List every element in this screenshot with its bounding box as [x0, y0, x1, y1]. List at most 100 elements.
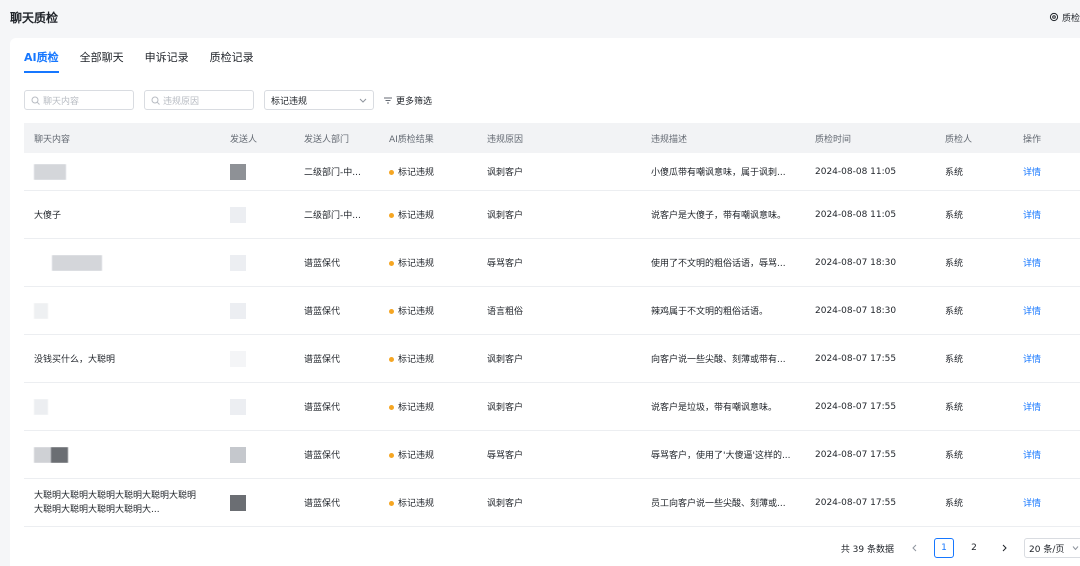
reason-cell: 讽刺客户 — [487, 403, 524, 413]
chevron-left-icon — [911, 544, 916, 552]
pagination: 共 39 条数据 1 2 20 条/页 — [841, 538, 1080, 558]
ai-result-cell: 标记违规 — [379, 400, 477, 413]
time-cell: 2024-08-07 17:55 — [815, 401, 897, 412]
tab-appeal-records[interactable]: 申诉记录 — [145, 46, 189, 73]
table-row: 大聪明大聪明大聪明大聪明大聪明大聪明大聪明大聪明大聪明大聪明大... 谱蓝保代 … — [24, 479, 1080, 527]
page-button-1[interactable]: 1 — [934, 538, 954, 558]
ai-result-cell: 标记违规 — [379, 352, 477, 365]
settings-button[interactable]: 质检 — [1049, 11, 1080, 24]
inspector-cell: 系统 — [945, 451, 964, 461]
dept-cell: 二级部门-中... — [304, 168, 361, 178]
violation-reason-search-input[interactable]: 违规原因 — [144, 90, 254, 110]
ai-result-text: 标记违规 — [398, 211, 435, 221]
dept-cell: 谱蓝保代 — [304, 259, 341, 269]
table-header: 聊天内容 发送人 发送人部门 AI质检结果 违规原因 违规描述 质检时间 质检人… — [24, 123, 1080, 153]
inspector-cell: 系统 — [945, 211, 964, 221]
violation-reason-placeholder: 违规原因 — [163, 96, 200, 107]
reason-cell: 讽刺客户 — [487, 355, 524, 365]
chat-content-cell — [24, 398, 220, 415]
dept-cell: 谱蓝保代 — [304, 499, 341, 509]
reason-cell: 讽刺客户 — [487, 499, 524, 509]
inspector-cell: 系统 — [945, 355, 964, 365]
ai-result-cell: 标记违规 — [379, 208, 477, 221]
dept-cell: 谱蓝保代 — [304, 403, 341, 413]
detail-link[interactable]: 详情 — [1013, 400, 1080, 413]
chevron-down-icon — [1072, 546, 1079, 550]
detail-link-text[interactable]: 详情 — [1023, 259, 1041, 269]
desc-cell: 辣鸡属于不文明的粗俗话语。 — [651, 307, 769, 317]
more-filters-button[interactable]: 更多筛选 — [384, 94, 432, 107]
status-dot — [389, 213, 394, 218]
col-inspect-time: 质检时间 — [815, 134, 852, 145]
chat-content-cell — [24, 446, 220, 463]
tab-inspection-records[interactable]: 质检记录 — [210, 46, 254, 73]
time-cell: 2024-08-07 17:55 — [815, 497, 897, 508]
detail-link[interactable]: 详情 — [1013, 448, 1080, 461]
sender-cell — [220, 398, 294, 415]
detail-link[interactable]: 详情 — [1013, 165, 1080, 178]
detail-link-text[interactable]: 详情 — [1023, 355, 1041, 365]
col-violation-desc: 违规描述 — [651, 134, 688, 145]
time-cell: 2024-08-07 18:30 — [815, 305, 897, 316]
table-row: 谱蓝保代 标记违规 辱骂客户 使用了不文明的粗俗话语，辱骂... 2024-08… — [24, 239, 1080, 287]
detail-link-text[interactable]: 详情 — [1023, 211, 1041, 221]
status-dot — [389, 405, 394, 410]
reason-cell: 语言粗俗 — [487, 307, 524, 317]
avatar — [230, 254, 246, 271]
detail-link-text[interactable]: 详情 — [1023, 307, 1041, 317]
detail-link[interactable]: 详情 — [1013, 352, 1080, 365]
tab-all-chats[interactable]: 全部聊天 — [80, 46, 124, 73]
main-card: AI质检 全部聊天 申诉记录 质检记录 聊天内容 违规原因 标记违规 更多筛选 … — [10, 38, 1080, 566]
tab-ai-inspection[interactable]: AI质检 — [24, 46, 59, 73]
reason-cell: 辱骂客户 — [487, 451, 524, 461]
sender-cell — [220, 163, 294, 180]
chat-content-placeholder: 聊天内容 — [43, 96, 80, 107]
table-row: 二级部门-中... 标记违规 讽刺客户 小傻瓜带有嘲讽意味，属于讽刺... 20… — [24, 153, 1080, 191]
time-cell: 2024-08-07 17:55 — [815, 353, 897, 364]
status-dot — [389, 453, 394, 458]
desc-cell: 说客户是大傻子，带有嘲讽意味。 — [651, 211, 787, 221]
result-status-select[interactable]: 标记违规 — [264, 90, 374, 110]
detail-link[interactable]: 详情 — [1013, 208, 1080, 221]
col-action: 操作 — [1023, 134, 1042, 145]
reason-cell: 辱骂客户 — [487, 259, 524, 269]
ai-result-cell: 标记违规 — [379, 304, 477, 317]
prev-page-button[interactable] — [904, 538, 924, 558]
chat-content-cell: 大聪明大聪明大聪明大聪明大聪明大聪明大聪明大聪明大聪明大聪明大... — [34, 490, 197, 515]
chat-content-search-input[interactable]: 聊天内容 — [24, 90, 134, 110]
detail-link-text[interactable]: 详情 — [1023, 403, 1041, 413]
chevron-down-icon — [359, 98, 367, 103]
detail-link[interactable]: 详情 — [1013, 304, 1080, 317]
detail-link[interactable]: 详情 — [1013, 256, 1080, 269]
ai-result-text: 标记违规 — [398, 499, 435, 509]
dept-cell: 二级部门-中... — [304, 211, 361, 221]
settings-label: 质检 — [1061, 13, 1080, 24]
page-button-2[interactable]: 2 — [964, 538, 984, 558]
chevron-right-icon — [1002, 544, 1007, 552]
search-icon — [31, 96, 40, 105]
detail-link-text[interactable]: 详情 — [1023, 451, 1041, 461]
status-dot — [389, 309, 394, 314]
inspector-cell: 系统 — [945, 307, 964, 317]
page-size-select[interactable]: 20 条/页 — [1024, 538, 1080, 558]
table-row: 谱蓝保代 标记违规 语言粗俗 辣鸡属于不文明的粗俗话语。 2024-08-07 … — [24, 287, 1080, 335]
time-cell: 2024-08-07 18:30 — [815, 257, 897, 268]
sender-cell — [220, 302, 294, 319]
total-count: 共 39 条数据 — [840, 544, 894, 555]
sender-cell — [220, 206, 294, 223]
reason-cell: 讽刺客户 — [487, 211, 524, 221]
ai-result-cell: 标记违规 — [379, 496, 477, 509]
inspector-cell: 系统 — [945, 259, 964, 269]
top-bar: 聊天质检 质检 — [0, 0, 1080, 34]
detail-link[interactable]: 详情 — [1013, 496, 1080, 509]
avatar — [230, 163, 246, 180]
col-violation-reason: 违规原因 — [487, 134, 524, 145]
col-sender: 发送人 — [230, 134, 258, 145]
chat-content-cell — [24, 302, 220, 319]
table-row: 谱蓝保代 标记违规 讽刺客户 说客户是垃圾，带有嘲讽意味。 2024-08-07… — [24, 383, 1080, 431]
next-page-button[interactable] — [994, 538, 1014, 558]
detail-link-text[interactable]: 详情 — [1023, 168, 1041, 178]
sender-cell — [220, 350, 294, 367]
desc-cell: 说客户是垃圾，带有嘲讽意味。 — [651, 403, 778, 413]
detail-link-text[interactable]: 详情 — [1023, 499, 1041, 509]
